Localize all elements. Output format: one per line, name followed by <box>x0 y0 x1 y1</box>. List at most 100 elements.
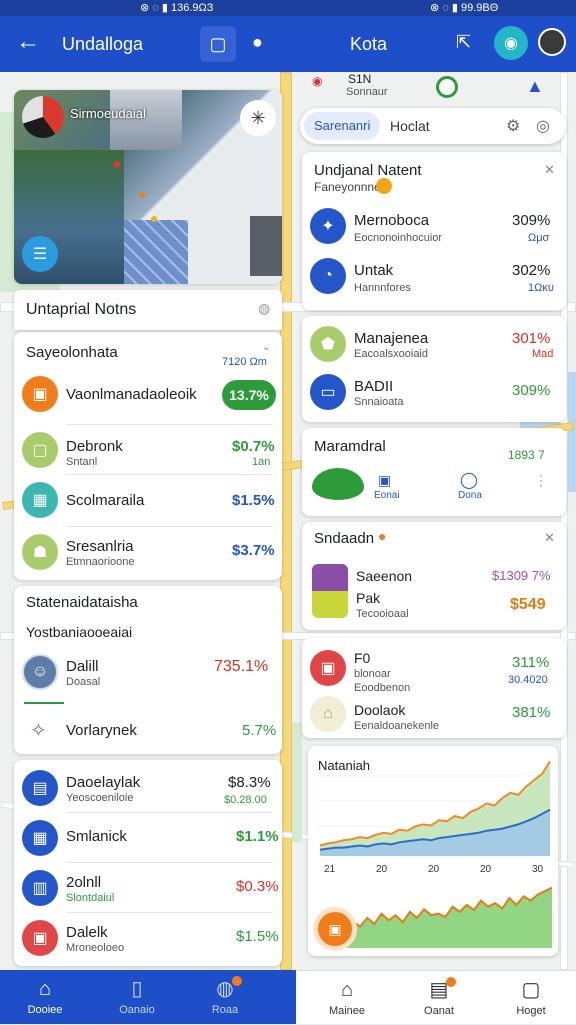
list-item[interactable]: ▥ 2olnll Slontdaiul $0.3% <box>14 862 282 912</box>
place-chip[interactable]: ◉ S1N Sonnaur <box>312 72 432 104</box>
list-item[interactable]: ▦ Smlanick $1.1% <box>14 812 282 862</box>
close-icon[interactable]: ✕ <box>544 162 555 178</box>
filter-icon[interactable]: ⚙ <box>506 116 520 136</box>
list-card-2: Statenaidataisha Yostbaniaooeaiai ☺ Dali… <box>14 586 282 754</box>
logo-badge <box>22 96 64 138</box>
map-pin-icon: ● <box>138 186 147 202</box>
nav-item-briefcase[interactable]: ▢ Hoget <box>496 971 566 1025</box>
place-icon[interactable] <box>436 76 458 98</box>
list-item[interactable]: ◔ Untak Hannnfores 302% 1Ωκυ <box>302 252 566 302</box>
list-title: Sayeolonhata <box>26 344 118 361</box>
list-item[interactable]: ☗ Sresanlria Etmnaorioone $3.7% <box>14 528 282 578</box>
bag-icon: ▢ <box>22 432 58 468</box>
chart-lower <box>345 886 552 948</box>
nav-label: Hoget <box>516 1005 546 1017</box>
nav-label: Oanaio <box>119 1004 155 1016</box>
list-item[interactable]: ▣ Vaonlmanadaoleoik 13.7% <box>14 370 282 420</box>
nav-item-doc[interactable]: ▯ Oanaio <box>102 970 172 1024</box>
item-name: Dalill <box>66 658 99 675</box>
search-input[interactable]: Hoclat <box>390 118 430 134</box>
item-name: Vaonlmanadaoleoik <box>66 386 197 403</box>
list-item[interactable]: ✧ Vorlarynek 5.7% <box>14 706 282 756</box>
list-item[interactable]: ▭ BADII Snnaioata 309% <box>302 368 566 418</box>
chevron-down-icon[interactable]: ⌄ <box>262 342 270 353</box>
home-icon: ⌂ <box>310 696 346 732</box>
item-value: 381% <box>512 704 551 721</box>
tile-icon[interactable]: ▣ <box>378 472 391 489</box>
profile-icon[interactable]: ◉ <box>494 26 528 60</box>
right-card-2: ⬟ Manajenea Eacoalsxooiaid 301% Mad ▭ BA… <box>302 316 566 422</box>
location-icon: ◉ <box>312 74 323 88</box>
search-bar[interactable]: Sarenanri Hoclat ⚙ ◎ <box>300 108 566 144</box>
nav-item-home[interactable]: ⌂ Dooiee <box>10 970 80 1024</box>
avatar[interactable] <box>538 28 566 56</box>
list-item[interactable]: ▤ Daoelaylak Yeoscoeniloie $8.3% $0.28.0… <box>14 762 282 812</box>
item-name: Doolaok <box>354 702 406 718</box>
search-chip[interactable]: Sarenanri <box>304 112 381 140</box>
status-bar: ⊗ ◌ ▮ 136.9ΩЗ ⊗ ◌ ▮ 99.9ΒΘ <box>0 0 576 16</box>
item-name: Dalelk <box>66 924 108 941</box>
close-icon[interactable]: ✕ <box>544 530 555 546</box>
chart-icon: ▥ <box>22 870 58 906</box>
gift-icon: ▣ <box>22 920 58 956</box>
item-name: Pak <box>356 590 381 606</box>
bottom-nav-left: ⌂ Dooiee ▯ Oanaio ◍ Roaa <box>0 970 296 1024</box>
item-name: BADII <box>354 378 394 395</box>
more-icon[interactable]: ⋮ <box>534 472 548 489</box>
nav-label: Dooiee <box>27 1004 63 1016</box>
right-card-5: ▣ F0 blonoar Eoodbenon 311% 30.4020 ⌂ Do… <box>302 638 566 738</box>
item-sub: Eacoalsxooiaid <box>354 348 428 360</box>
list-icon[interactable]: ☰ <box>22 236 58 272</box>
list-item[interactable]: ⌂ Doolaok Eenaldoanekenle 381% <box>302 692 566 742</box>
spark-icon[interactable]: ✳ <box>240 100 276 136</box>
nav-item-location[interactable]: ◍ Roaa <box>190 970 260 1024</box>
flag-icon[interactable]: ▲ <box>526 76 544 97</box>
chart-fab-icon[interactable]: ▣ <box>318 912 352 946</box>
list-item[interactable]: ▣ F0 blonoar Eoodbenon 311% 30.4020 <box>302 642 566 694</box>
item-name: Scolmaraila <box>66 492 145 509</box>
item-sub: Slontdaiul <box>66 892 115 904</box>
tile-label: Dona <box>458 490 482 501</box>
item-value: 302% <box>512 262 551 279</box>
nav-item-home[interactable]: ⌂ Mainee <box>312 971 382 1025</box>
list-item[interactable]: ▢ Debronk Sntanl $0.7% 1an <box>14 424 282 474</box>
app-bar: ← Undalloga ▢ ● Kota ⇱ ◉ <box>0 16 576 72</box>
star-icon: ✦ <box>310 208 346 244</box>
list-title: Statenaidataisha <box>26 594 138 611</box>
chat-icon: ◔ <box>310 258 346 294</box>
product-image <box>312 564 348 618</box>
back-icon[interactable]: ← <box>16 30 40 54</box>
compass-icon[interactable]: ◎ <box>536 116 550 136</box>
card-title: Sndaadn <box>314 530 375 547</box>
list-item[interactable]: ✦ Mernoboca Eocnonoinhocuior 309% Ωμσ <box>302 202 566 252</box>
nav-item-clipboard[interactable]: ▤ Oanat <box>404 971 474 1025</box>
shield-icon: ⬟ <box>310 326 346 362</box>
item-name: Mernoboca <box>354 212 430 229</box>
list-item[interactable]: ▦ Scolmaraila $1.5% <box>14 476 282 526</box>
card-subtitle: Faneyonnnel <box>314 180 384 194</box>
item-sub-value: 1an <box>252 456 271 468</box>
camera-icon: ▣ <box>22 376 58 412</box>
list-item[interactable]: ▣ Dalelk Mroneoloeo $1.5% <box>14 912 282 962</box>
nav-label: Oanat <box>424 1005 454 1017</box>
chat-icon[interactable]: ▢ <box>200 26 236 62</box>
list-count: 7120 Ωm <box>222 356 267 368</box>
people-icon: ☗ <box>22 534 58 570</box>
item-value: 309% <box>512 212 551 229</box>
list-item[interactable]: ☺ Dalill Doasal 735.1% <box>14 646 282 696</box>
item-value: $0.7% <box>232 438 275 455</box>
card-value: 1893 7 <box>508 448 545 462</box>
item-sub: blonoar <box>354 668 391 680</box>
user-icon[interactable]: ● <box>252 32 263 53</box>
item-sub-value: 1Ωκυ <box>528 282 554 294</box>
item-value: $3.7% <box>232 542 275 559</box>
tile-icon[interactable]: ◯ <box>460 470 478 490</box>
share-icon[interactable]: ⇱ <box>456 32 471 53</box>
item-sub-value: Ωμσ <box>528 232 550 244</box>
right-card-1: Undjanal Natent Faneyonnnel ✕ ✦ Mernoboc… <box>302 152 566 310</box>
photo-card[interactable]: Sirmoeudaial ● ● ● ✳ ☰ <box>14 90 282 284</box>
nav-label: Roaa <box>211 1004 239 1016</box>
item-name: Smlanick <box>66 828 127 845</box>
list-item[interactable]: ⬟ Manajenea Eacoalsxooiaid 301% Mad <box>302 318 566 368</box>
solar-photo <box>124 220 188 284</box>
